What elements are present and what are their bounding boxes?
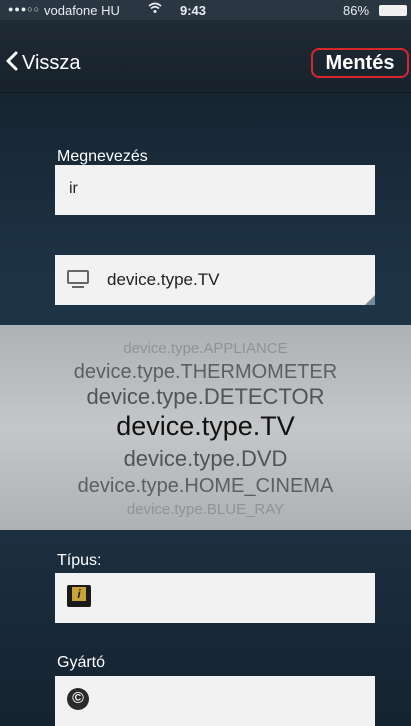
clock: 9:43 (180, 3, 207, 18)
manufacturer-field[interactable]: © (55, 676, 375, 726)
picker-option[interactable]: device.type.APPLIANCE (0, 340, 411, 357)
wifi-icon (148, 1, 162, 17)
tv-icon (67, 270, 89, 284)
picker-option[interactable]: device.type.HOME_CINEMA (0, 475, 411, 498)
type-field[interactable]: i (55, 573, 375, 623)
battery-icon (379, 5, 407, 16)
name-field[interactable]: ir (55, 165, 375, 215)
picker-option[interactable]: device.type.DVD (0, 446, 411, 472)
picker-option[interactable]: device.type.DETECTOR (0, 384, 411, 410)
picker-option[interactable]: device.type.BLUE_RAY (0, 501, 411, 518)
dropdown-corner-icon (365, 295, 375, 305)
picker-option-selected[interactable]: device.type.TV (0, 411, 411, 442)
manufacturer-label: Gyártó (57, 654, 106, 671)
status-bar: ●●●○○ vodafone HU 9:43 86% (0, 0, 411, 20)
save-button[interactable]: Mentés (311, 48, 409, 78)
carrier-name: vodafone HU (44, 3, 120, 18)
signal-dots: ●●●○○ (8, 4, 41, 14)
screen: ●●●○○ vodafone HU 9:43 86% Vissza Mentés… (0, 0, 411, 726)
chevron-left-icon (6, 51, 18, 76)
device-type-select[interactable]: device.type.TV (55, 255, 375, 305)
copyright-icon: © (67, 688, 89, 710)
name-value: ir (69, 180, 78, 197)
picker-option[interactable]: device.type.THERMOMETER (0, 361, 411, 384)
name-label: Megnevezés (57, 148, 148, 165)
info-icon: i (67, 585, 91, 607)
device-type-picker[interactable]: device.type.APPLIANCE device.type.THERMO… (0, 325, 411, 530)
battery-percent: 86% (343, 3, 370, 18)
back-label: Vissza (22, 52, 81, 74)
device-type-value: device.type.TV (107, 270, 220, 289)
back-button[interactable]: Vissza (6, 51, 81, 76)
navigation-bar: Vissza Mentés (0, 20, 411, 93)
type-label: Típus: (57, 552, 102, 569)
tv-stand (72, 286, 84, 288)
